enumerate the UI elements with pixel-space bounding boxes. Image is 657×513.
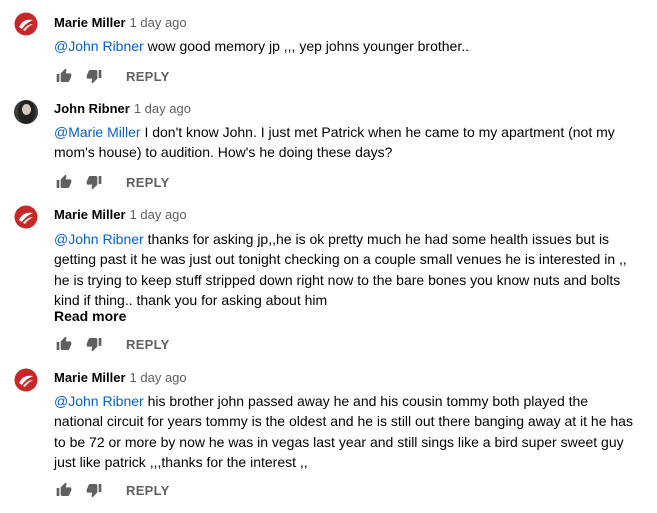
comment-line: to be 72 or more by now he was in vegas … [54, 433, 624, 450]
comment-time[interactable]: 1 day ago [134, 101, 191, 116]
comment-header: Marie Miller 1 day ago [54, 207, 187, 223]
mention-link[interactable]: @John Ribner [54, 38, 144, 54]
comment-header: John Ribner 1 day ago [54, 101, 191, 117]
comment-line: getting past it he was just out tonight … [54, 251, 627, 268]
reply-button[interactable]: REPLY [126, 337, 170, 352]
comment-text: @John Ribner thanks for asking jp,,he is… [54, 229, 649, 310]
comment-line: mom's house) to audition. How's he doing… [54, 144, 393, 161]
thumb-down-icon[interactable] [86, 336, 102, 352]
comment-text: @John Ribner his brother john passed awa… [54, 391, 649, 472]
author-avatar[interactable] [14, 205, 38, 229]
mention-link[interactable]: @John Ribner [54, 231, 144, 247]
red-circle-logo-icon [14, 205, 38, 229]
comment-line-text: I don't know John. I just met Patrick wh… [140, 124, 615, 140]
mention-link[interactable]: @John Ribner [54, 393, 144, 409]
thumb-up-icon[interactable] [56, 482, 72, 498]
comment-line: he is trying to keep stuff stripped down… [54, 271, 621, 288]
thumb-up-icon[interactable] [56, 336, 72, 352]
author-avatar[interactable] [14, 12, 38, 36]
author-name[interactable]: Marie Miller [54, 207, 126, 222]
comment-text: @Marie Miller I don't know John. I just … [54, 122, 649, 163]
comment-line-text: thanks for asking jp,,he is ok pretty mu… [143, 231, 610, 247]
thumb-up-icon[interactable] [56, 174, 72, 190]
comment-text: @John Ribner wow good memory jp ,,, yep … [54, 36, 649, 56]
comment-line: just like patrick ,,,thanks for the inte… [54, 453, 308, 470]
comment-line-text: his brother john passed away he and his … [143, 393, 589, 409]
thumb-down-icon[interactable] [86, 68, 102, 84]
author-name[interactable]: Marie Miller [54, 15, 126, 30]
reply-button[interactable]: REPLY [126, 175, 170, 190]
thumb-down-icon[interactable] [86, 174, 102, 190]
thumb-down-icon[interactable] [86, 482, 102, 498]
red-circle-logo-icon [14, 12, 38, 36]
red-circle-logo-icon [14, 368, 38, 392]
comment-time[interactable]: 1 day ago [130, 15, 187, 30]
author-name[interactable]: John Ribner [54, 101, 130, 116]
thumb-up-icon[interactable] [56, 68, 72, 84]
comment-line: @John Ribner wow good memory jp ,,, yep … [54, 36, 649, 56]
comment-header: Marie Miller 1 day ago [54, 370, 187, 386]
comment-time[interactable]: 1 day ago [130, 207, 187, 222]
read-more-button[interactable]: Read more [54, 307, 126, 325]
author-avatar[interactable] [14, 368, 38, 392]
comment-line: kind if thing.. thank you for asking abo… [54, 291, 328, 308]
reply-button[interactable]: REPLY [126, 69, 170, 84]
comment-line: @John Ribner his brother john passed awa… [54, 391, 649, 411]
author-avatar[interactable] [14, 100, 38, 124]
comment-header: Marie Miller 1 day ago [54, 15, 187, 31]
comment-line-text: wow good memory jp ,,, yep johns younger… [143, 38, 469, 54]
mention-link[interactable]: @Marie Miller [54, 124, 141, 140]
comment-line: @John Ribner thanks for asking jp,,he is… [54, 229, 649, 249]
comment-line: @Marie Miller I don't know John. I just … [54, 122, 649, 142]
comment-line: national circuit for years tommy is the … [54, 413, 633, 430]
author-name[interactable]: Marie Miller [54, 370, 126, 385]
comment-time[interactable]: 1 day ago [130, 370, 187, 385]
reply-button[interactable]: REPLY [126, 483, 170, 498]
